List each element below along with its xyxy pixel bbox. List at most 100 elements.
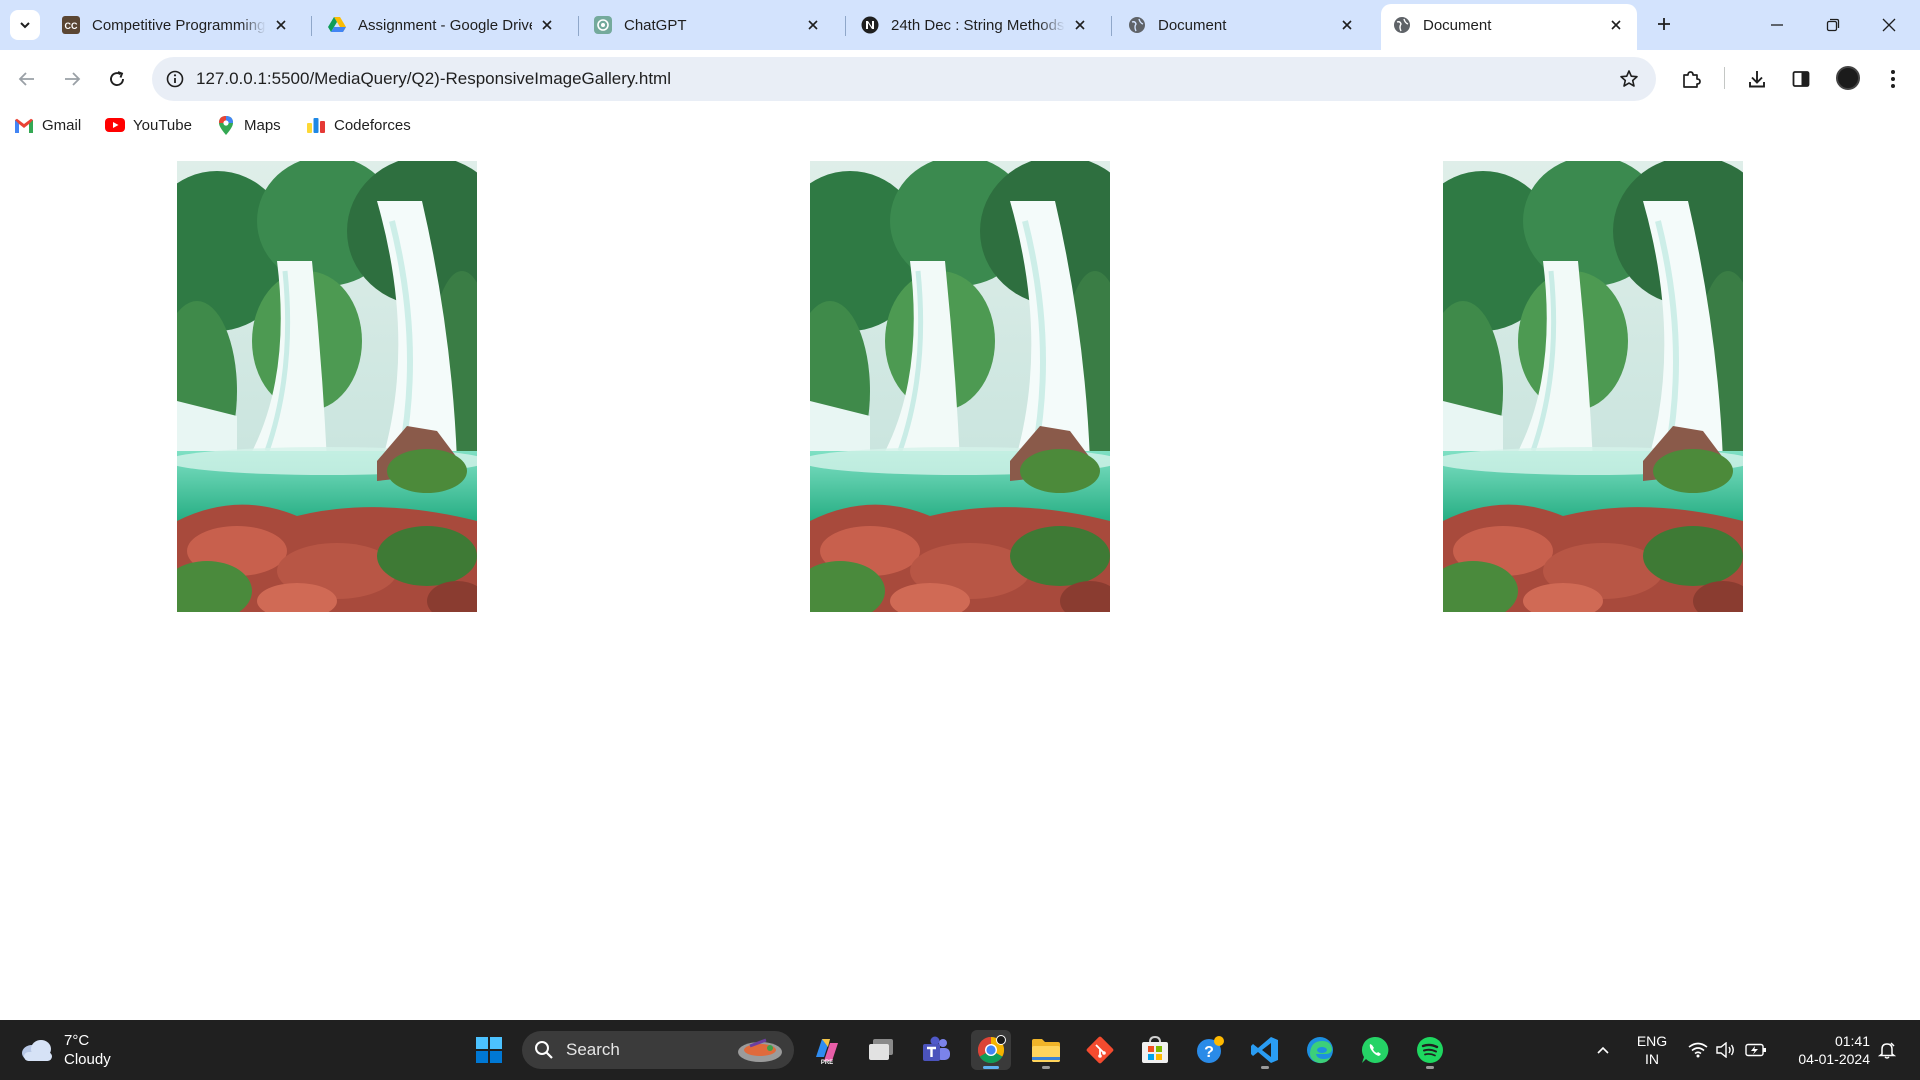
weather-widget[interactable]: 7°C Cloudy <box>20 1030 111 1070</box>
extensions-button[interactable] <box>1676 64 1706 94</box>
search-highlight-icon <box>738 1038 782 1062</box>
side-panel-button[interactable] <box>1786 64 1816 94</box>
tab-document-active[interactable]: Document <box>1381 4 1637 50</box>
site-info-button[interactable] <box>160 64 190 94</box>
side-panel-icon <box>1792 71 1810 87</box>
copilot-app[interactable]: PRE <box>807 1030 847 1070</box>
windows-start-icon <box>476 1037 502 1063</box>
microsoft-store-app[interactable] <box>1135 1030 1175 1070</box>
close-tab-icon[interactable] <box>804 16 822 34</box>
tab-assignment-google-drive[interactable]: Assignment - Google Drive <box>316 8 568 42</box>
svg-text:CC: CC <box>65 21 78 31</box>
volume-icon <box>1716 1042 1734 1058</box>
wifi-icon <box>1688 1042 1708 1058</box>
chrome-app[interactable] <box>971 1030 1011 1070</box>
tab-title: Document <box>1158 16 1227 34</box>
chevron-down-icon <box>20 22 30 29</box>
tab-document[interactable]: Document <box>1116 8 1368 42</box>
spotify-icon <box>1417 1037 1443 1063</box>
bookmark-label: Gmail <box>42 116 82 134</box>
vscode-app[interactable] <box>1245 1030 1285 1070</box>
tab-title: Competitive Programming <box>92 16 266 34</box>
whatsapp-app[interactable] <box>1355 1030 1395 1070</box>
close-tab-icon[interactable] <box>1338 16 1356 34</box>
back-button[interactable] <box>12 64 42 94</box>
weather-condition: Cloudy <box>64 1051 111 1068</box>
google-drive-icon <box>328 16 346 34</box>
microsoft-store-icon <box>1142 1036 1168 1063</box>
tab-separator <box>1111 16 1112 36</box>
edge-app[interactable] <box>1300 1030 1340 1070</box>
page-content <box>0 142 1920 1020</box>
start-button[interactable] <box>469 1030 509 1070</box>
arrow-right-icon <box>65 72 81 86</box>
svg-text:?: ? <box>1204 1044 1214 1061</box>
vscode-icon <box>1251 1037 1278 1063</box>
bookmark-maps[interactable]: Maps <box>216 114 281 136</box>
close-tab-icon[interactable] <box>1607 16 1625 34</box>
bookmark-codeforces[interactable]: Codeforces <box>306 114 411 136</box>
svg-text:PRE: PRE <box>821 1060 833 1065</box>
address-bar[interactable]: 127.0.0.1:5500/MediaQuery/Q2)-Responsive… <box>152 57 1656 101</box>
more-vertical-icon <box>1891 70 1895 88</box>
tab-search-button[interactable] <box>10 10 40 40</box>
chatgpt-icon <box>594 16 612 34</box>
forward-button[interactable] <box>57 64 87 94</box>
cc-icon: CC <box>62 16 80 34</box>
downloads-button[interactable] <box>1742 64 1772 94</box>
gallery-image-waterfall <box>810 161 1110 612</box>
gmail-icon <box>14 117 34 133</box>
close-window-button[interactable] <box>1866 8 1912 42</box>
tab-title: Assignment - Google Drive <box>358 16 532 34</box>
close-icon <box>1882 18 1896 32</box>
notifications-button[interactable] <box>1872 1020 1902 1080</box>
close-tab-icon[interactable] <box>538 16 556 34</box>
task-view-app[interactable] <box>861 1030 901 1070</box>
clock-date: 04-01-2024 <box>1798 1051 1870 1067</box>
wifi-status[interactable] <box>1684 1020 1712 1080</box>
browser-toolbar: 127.0.0.1:5500/MediaQuery/Q2)-Responsive… <box>0 50 1920 108</box>
weather-temperature: 7°C <box>64 1032 90 1049</box>
tab-string-methods[interactable]: 24th Dec : String Methods <box>849 8 1101 42</box>
minimize-icon <box>1771 24 1783 26</box>
info-icon <box>166 70 184 88</box>
bookmarks-bar: Gmail YouTube Maps Codeforces <box>0 108 1920 142</box>
help-app[interactable]: ? <box>1190 1030 1230 1070</box>
url-text[interactable]: 127.0.0.1:5500/MediaQuery/Q2)-Responsive… <box>196 69 671 89</box>
toolbar-separator <box>1724 67 1725 89</box>
tab-competitive-programming[interactable]: CC Competitive Programming <box>50 8 302 42</box>
git-icon <box>1086 1036 1114 1064</box>
tab-separator <box>311 16 312 36</box>
tab-separator <box>578 16 579 36</box>
menu-button[interactable] <box>1878 64 1908 94</box>
help-icon: ? <box>1197 1036 1224 1063</box>
language-code: ENG <box>1636 1033 1668 1049</box>
tab-title: Document <box>1423 16 1492 34</box>
language-indicator[interactable]: ENG IN <box>1632 1032 1672 1068</box>
system-clock[interactable]: 01:41 04-01-2024 <box>1780 1032 1870 1068</box>
profile-avatar[interactable] <box>1836 66 1860 90</box>
gallery-image-waterfall <box>177 161 477 612</box>
reload-button[interactable] <box>102 64 132 94</box>
new-tab-button[interactable] <box>1652 12 1676 36</box>
bookmark-gmail[interactable]: Gmail <box>14 114 81 136</box>
minimize-button[interactable] <box>1754 8 1800 42</box>
restore-button[interactable] <box>1810 8 1856 42</box>
close-tab-icon[interactable] <box>1071 16 1089 34</box>
battery-status[interactable] <box>1742 1020 1770 1080</box>
git-app[interactable] <box>1080 1030 1120 1070</box>
volume-status[interactable] <box>1712 1020 1740 1080</box>
bookmark-youtube[interactable]: YouTube <box>105 114 192 136</box>
show-hidden-icons-button[interactable] <box>1588 1020 1618 1080</box>
taskbar-search[interactable]: Search <box>522 1031 794 1069</box>
close-tab-icon[interactable] <box>272 16 290 34</box>
file-explorer-app[interactable] <box>1026 1030 1066 1070</box>
tab-chatgpt[interactable]: ChatGPT <box>582 8 834 42</box>
teams-app[interactable] <box>916 1030 956 1070</box>
globe-icon <box>1128 16 1146 34</box>
chrome-icon <box>977 1035 1006 1064</box>
bookmark-star-button[interactable] <box>1616 66 1642 92</box>
codeforces-icon <box>306 117 326 133</box>
maps-icon <box>216 115 236 135</box>
spotify-app[interactable] <box>1410 1030 1450 1070</box>
